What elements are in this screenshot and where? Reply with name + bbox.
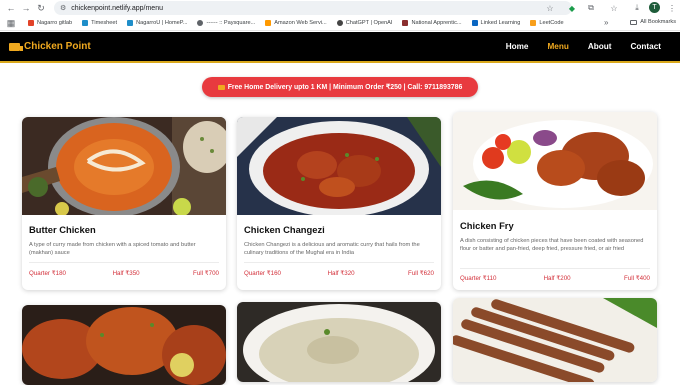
- butter-chicken-image: [22, 117, 226, 215]
- price-half[interactable]: Half ₹200: [544, 275, 571, 282]
- bookmark-item[interactable]: Nagarro gitlab: [28, 20, 72, 26]
- nav-menu[interactable]: Menu: [547, 42, 568, 51]
- delivery-promo-banner: Free Home Delivery upto 1 KM | Minimum O…: [202, 77, 478, 97]
- profile-avatar[interactable]: T: [649, 2, 660, 13]
- price-half[interactable]: Half ₹320: [328, 270, 355, 277]
- price-row: Quarter ₹160 Half ₹320 Full ₹620: [244, 270, 434, 277]
- star-icon[interactable]: ☆: [608, 2, 620, 14]
- nagarrou-icon: [127, 20, 134, 26]
- tandoori-chicken-image: [22, 305, 226, 385]
- nav-contact[interactable]: Contact: [631, 42, 661, 51]
- apprenticeship-icon: [402, 20, 409, 26]
- reload-icon[interactable]: ↻: [34, 1, 48, 15]
- shield-extension-icon[interactable]: ◆: [566, 2, 578, 14]
- dish-description: A type of curry made from chicken with a…: [29, 242, 196, 256]
- url-text: chickenpoint.netlify.app/menu: [71, 4, 163, 12]
- menu-card-white-curry[interactable]: [237, 302, 441, 382]
- price-full[interactable]: Full ₹620: [408, 270, 434, 277]
- chicken-fry-image: [453, 112, 657, 210]
- gitlab-icon: [28, 20, 34, 26]
- brand-logo[interactable]: Chicken Point: [9, 41, 91, 52]
- bookmarks-bar: ▦ Nagarro gitlab Timesheet NagarroU | Ho…: [0, 16, 680, 31]
- more-bookmarks-icon[interactable]: »: [604, 18, 608, 27]
- menu-card-chicken-changezi[interactable]: Chicken Changezi Chicken Changezi is a d…: [237, 117, 441, 290]
- globe-icon: [197, 20, 204, 26]
- download-icon[interactable]: ⤓: [631, 2, 643, 14]
- bookmark-item[interactable]: LeetCode: [530, 20, 564, 26]
- bookmark-item[interactable]: Linked Learning: [471, 20, 520, 26]
- dish-description: Chicken Changezi is a delicious and arom…: [244, 242, 420, 256]
- divider: [29, 262, 219, 263]
- dish-description: A dish consisting of chicken pieces that…: [460, 238, 644, 252]
- bookmark-item[interactable]: National Apprentic...: [402, 20, 462, 26]
- price-quarter[interactable]: Quarter ₹110: [460, 275, 497, 282]
- back-icon[interactable]: ←: [4, 1, 18, 15]
- bookmark-item[interactable]: ChatGPT | OpenAI: [336, 20, 392, 26]
- menu-kebab-icon[interactable]: ⋮: [666, 2, 678, 14]
- dish-name: Chicken Fry: [460, 220, 514, 231]
- bookmark-item[interactable]: Amazon Web Servi...: [265, 20, 327, 26]
- seekh-kebab-image: [453, 298, 657, 382]
- price-full[interactable]: Full ₹400: [624, 275, 650, 282]
- forward-icon[interactable]: →: [19, 1, 33, 15]
- bookmark-item[interactable]: ------ :: Paysquare...: [197, 20, 255, 26]
- divider: [460, 268, 650, 269]
- white-curry-image: [237, 302, 441, 382]
- dish-name: Chicken Changezi: [244, 224, 325, 235]
- leetcode-icon: [530, 20, 537, 26]
- menu-card-chicken-fry[interactable]: Chicken Fry A dish consisting of chicken…: [453, 112, 657, 290]
- menu-card-seekh-kebab[interactable]: [453, 298, 657, 382]
- browser-toolbar: ← → ↻ ⚙ chickenpoint.netlify.app/menu ☆ …: [0, 0, 680, 16]
- address-bar[interactable]: ⚙ chickenpoint.netlify.app/menu: [54, 1, 572, 15]
- extensions-icon[interactable]: ⧉: [585, 2, 597, 14]
- delivery-icon: [217, 84, 225, 90]
- nav-home[interactable]: Home: [506, 42, 529, 51]
- price-quarter[interactable]: Quarter ₹180: [29, 270, 66, 277]
- chicken-changezi-image: [237, 117, 441, 215]
- bookmark-item[interactable]: Timesheet: [82, 20, 117, 26]
- nav-links: Home Menu About Contact: [487, 42, 661, 51]
- site-navbar: Chicken Point Home Menu About Contact: [0, 32, 680, 63]
- price-quarter[interactable]: Quarter ₹160: [244, 270, 281, 277]
- timesheet-icon: [82, 20, 89, 26]
- apps-grid-icon[interactable]: ▦: [4, 16, 18, 30]
- bookmark-star-icon[interactable]: ☆: [544, 2, 556, 14]
- price-full[interactable]: Full ₹700: [193, 270, 219, 277]
- site-info-icon[interactable]: ⚙: [60, 4, 66, 12]
- bookmark-item[interactable]: NagarroU | HomeP...: [127, 20, 187, 26]
- divider: [244, 262, 434, 263]
- price-row: Quarter ₹180 Half ₹350 Full ₹700: [29, 270, 219, 277]
- all-bookmarks-button[interactable]: All Bookmarks: [630, 19, 676, 25]
- nav-about[interactable]: About: [588, 42, 612, 51]
- price-half[interactable]: Half ₹350: [113, 270, 140, 277]
- folder-icon: [630, 19, 638, 25]
- menu-card-butter-chicken[interactable]: Butter Chicken A type of curry made from…: [22, 117, 226, 290]
- menu-card-tandoori[interactable]: [22, 305, 226, 385]
- aws-icon: [265, 20, 272, 26]
- dish-name: Butter Chicken: [29, 224, 96, 235]
- openai-icon: [336, 20, 343, 26]
- delivery-truck-icon: [9, 42, 23, 51]
- linkedin-icon: [471, 20, 478, 26]
- price-row: Quarter ₹110 Half ₹200 Full ₹400: [460, 275, 650, 282]
